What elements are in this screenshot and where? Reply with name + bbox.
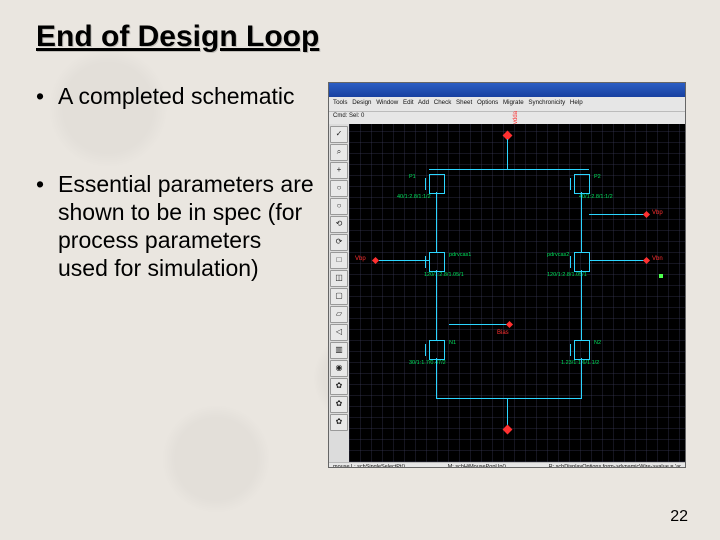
wire [429,169,589,170]
info-bar: Cmd: Sel: 0 [329,111,685,124]
tool-button[interactable]: + [330,162,348,179]
device-p3-param: 120/1:2.8/1.05/1 [424,272,464,278]
menu-item[interactable]: Synchronicity [528,99,565,106]
device-p3-name: pdrvcas1 [449,252,471,258]
wire [507,398,508,426]
menu-item[interactable]: Sheet [456,99,472,106]
menu-bar: Tools Design Window Edit Add Check Sheet… [329,97,685,111]
device-p1-name: P1 [409,174,416,180]
tool-button[interactable]: ✿ [330,414,348,431]
menu-item[interactable]: Add [418,99,429,106]
device-p2-param: 40/1:2.8/1:1/2 [579,194,613,200]
bullet-item: Essential parameters are shown to be in … [36,170,316,282]
slide-title: End of Design Loop [36,20,688,54]
tool-button[interactable]: ◉ [330,360,348,377]
tool-button[interactable]: ✿ [330,396,348,413]
device-p1 [429,174,445,194]
pin-vbp-left-icon [372,257,379,264]
marker-icon [659,274,663,278]
pin-vdda-label: vdda [513,111,519,124]
window-body: ✓ ⌕ + ○ ○ ⟲ ⟳ □ ◫ ▢ ▱ ◁ ▥ ◉ ✿ ✿ ✿ [329,124,685,462]
device-p4-name: pdrvcas2 [547,252,569,258]
device-p4 [574,252,590,272]
menu-item[interactable]: Design [352,99,371,106]
pin-bias-icon [506,321,513,328]
status-right: R: schDisplayOptions form->dynamicWire->… [549,464,681,468]
tool-button[interactable]: ▢ [330,288,348,305]
tool-button[interactable]: ✓ [330,126,348,143]
bullet-list: A completed schematic Essential paramete… [36,82,316,468]
tool-button[interactable]: ▱ [330,306,348,323]
wire [507,139,508,169]
wire [436,358,437,398]
menu-item[interactable]: Migrate [503,99,524,106]
wire [379,260,429,261]
tool-button[interactable]: □ [330,252,348,269]
wire [581,270,582,340]
pin-bias-label: Bias [497,330,509,336]
tool-button[interactable]: ⌕ [330,144,348,161]
toolbar: ✓ ⌕ + ○ ○ ⟲ ⟳ □ ◫ ▢ ▱ ◁ ▥ ◉ ✿ ✿ ✿ [329,124,349,462]
device-n1-param: 30/1:1.7/0.47/2 [409,360,446,366]
pin-vbp-left-label: Vbp [355,256,366,262]
device-p2 [574,174,590,194]
device-p1-param: 40/1:2.8/1:1/2 [397,194,431,200]
wire [436,398,582,399]
wire [589,260,644,261]
tool-button[interactable]: ▥ [330,342,348,359]
schematic-canvas[interactable]: vdda P1 40/1:2.8/1:1/2 P2 40/1:2.8/1:1/2 [349,124,685,462]
tool-button[interactable]: ⟲ [330,216,348,233]
wire [449,324,509,325]
device-p2-name: P2 [594,174,601,180]
menu-item[interactable]: Options [477,99,498,106]
menu-item[interactable]: Tools [333,99,347,106]
menu-item[interactable]: Window [376,99,398,106]
menu-item[interactable]: Edit [403,99,414,106]
tool-button[interactable]: ○ [330,198,348,215]
pin-vbn-icon [643,257,650,264]
pin-vbp-icon [643,211,650,218]
device-n2-name: N2 [594,340,601,346]
pin-vbp-label: Vbp [652,210,663,216]
tool-button[interactable]: ◁ [330,324,348,341]
page-number: 22 [670,508,688,526]
wire [436,270,437,340]
status-left: mouse L: schSingleSelectPt() [333,464,405,468]
device-p3 [429,252,445,272]
bullet-item: A completed schematic [36,82,316,110]
window-titlebar [329,83,685,97]
device-n1-name: N1 [449,340,456,346]
ground-icon [503,425,513,435]
wire [581,192,582,252]
tool-button[interactable]: ✿ [330,378,348,395]
menu-item[interactable]: Help [570,99,583,106]
wire [581,358,582,398]
content-row: A completed schematic Essential paramete… [36,82,688,468]
eda-window: Tools Design Window Edit Add Check Sheet… [328,82,686,468]
status-mid: M: schHiMousePopUp() [448,464,506,468]
menu-item[interactable]: Check [434,99,452,106]
slide: End of Design Loop A completed schematic… [0,0,720,540]
wire [436,192,437,252]
wire [589,214,644,215]
tool-button[interactable]: ○ [330,180,348,197]
device-n2 [574,340,590,360]
status-bar: mouse L: schSingleSelectPt() M: schHiMou… [329,462,685,468]
device-n1 [429,340,445,360]
pin-vbn-label: Vbn [652,256,663,262]
tool-button[interactable]: ⟳ [330,234,348,251]
tool-button[interactable]: ◫ [330,270,348,287]
